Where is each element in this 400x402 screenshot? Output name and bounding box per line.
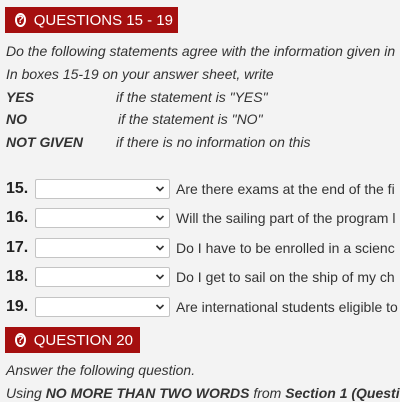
answer-select-15[interactable]: [35, 179, 170, 199]
section-header-questions-15-19: ? QUESTIONS 15 - 19: [5, 7, 178, 33]
section-header-label: QUESTION 20: [33, 331, 133, 349]
question-text: Do I get to sail on the ship of my ch: [176, 269, 395, 285]
question-row-16: 16. Will the sailing part of the program…: [6, 207, 395, 229]
question-row-15: 15. Are there exams at the end of the fi: [6, 178, 395, 200]
section-header-label: QUESTIONS 15 - 19: [33, 11, 173, 29]
question-number: 18.: [6, 268, 29, 285]
question-row-17: 17. Do I have to be enrolled in a scienc: [6, 237, 395, 259]
question-number: 15.: [6, 180, 29, 197]
instruction-emphasis: NO MORE THAN TWO WORDS: [45, 385, 250, 401]
question-circle-icon: ?: [15, 13, 26, 27]
question-row-18: 18. Do I get to sail on the ship of my c…: [6, 266, 395, 288]
answer-select-16[interactable]: [35, 208, 170, 228]
question-text: Do I have to be enrolled in a scienc: [176, 240, 395, 256]
answer-select-17[interactable]: [35, 238, 170, 258]
question-text: Are international students eligible to: [176, 299, 398, 315]
chevron-down-icon: [155, 274, 165, 280]
question-text: Will the sailing part of the program l: [176, 210, 396, 226]
question-circle-icon: ?: [15, 333, 26, 347]
legend-desc-no: if the statement is "NO": [118, 111, 263, 127]
instruction-emphasis: Section 1 (Questi: [285, 385, 400, 401]
legend-term-not-given: NOT GIVEN: [6, 134, 84, 150]
question-number: 17.: [6, 239, 29, 256]
question-text: Are there exams at the end of the fi: [176, 181, 395, 197]
question-20-instruction-2: Using NO MORE THAN TWO WORDS from Sectio…: [6, 384, 400, 402]
legend-desc-not-given: if there is no information on this: [116, 134, 311, 150]
answer-select-18[interactable]: [35, 267, 170, 287]
chevron-down-icon: [155, 245, 165, 251]
question-number: 16.: [6, 209, 29, 226]
instruction-text: from: [249, 385, 286, 401]
legend-term-yes: YES: [6, 89, 35, 105]
chevron-down-icon: [155, 186, 165, 192]
instruction-text: Using: [6, 385, 46, 401]
question-20-instruction-1: Answer the following question.: [6, 362, 196, 378]
question-row-19: 19. Are international students eligible …: [6, 296, 398, 318]
chevron-down-icon: [155, 304, 165, 310]
legend-desc-yes: if the statement is "YES": [116, 89, 268, 105]
section-header-question-20: ? QUESTION 20: [5, 327, 140, 353]
answer-select-19[interactable]: [35, 297, 170, 317]
legend-term-no: NO: [6, 111, 27, 127]
instruction-line-1: Do the following statements agree with t…: [6, 43, 396, 59]
instruction-line-2: In boxes 15-19 on your answer sheet, wri…: [6, 66, 274, 82]
question-number: 19.: [6, 298, 29, 315]
chevron-down-icon: [155, 215, 165, 221]
